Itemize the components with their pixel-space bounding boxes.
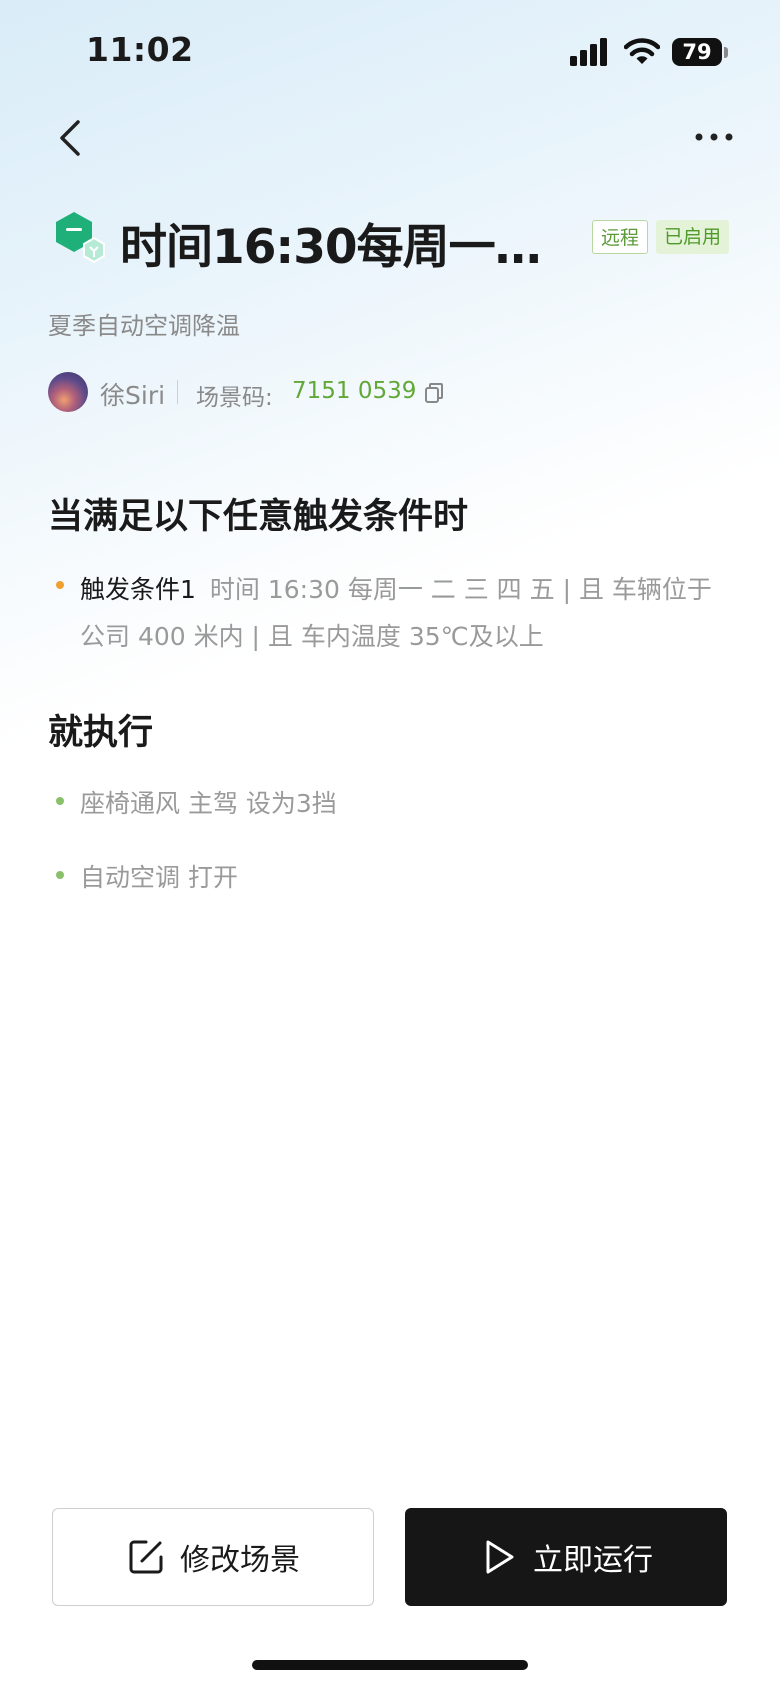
bullet-dot (56, 797, 64, 805)
trigger-condition: 触发条件1 时间 16:30 每周一 二 三 四 五 | 且 车辆位于 公司 40… (80, 566, 720, 660)
action-item: 座椅通风 主驾 设为3挡 (80, 789, 337, 818)
remote-badge: 远程 (592, 220, 649, 254)
battery-icon: 79 (672, 38, 722, 66)
signal-icon (570, 38, 607, 66)
home-indicator (252, 1660, 528, 1670)
bullet-dot (56, 871, 64, 879)
bullet-dot (56, 581, 64, 589)
scene-description: 夏季自动空调降温 (48, 312, 240, 340)
scene-code-value: 7151 0539 (292, 378, 417, 404)
wifi-icon (624, 38, 660, 64)
copy-icon[interactable] (424, 382, 444, 404)
edit-scene-label: 修改场景 (180, 1543, 300, 1578)
scene-code-label: 场景码: (196, 385, 273, 411)
play-icon (486, 1540, 514, 1574)
action-item: 自动空调 打开 (80, 863, 238, 892)
edit-icon (129, 1540, 163, 1574)
author-name: 徐Siri (100, 381, 166, 410)
divider (177, 380, 178, 404)
edit-scene-button[interactable]: 修改场景 (52, 1508, 374, 1606)
back-arrow-icon[interactable] (56, 118, 86, 158)
trigger-heading: 当满足以下任意触发条件时 (48, 497, 469, 537)
more-icon[interactable] (694, 132, 734, 142)
page-title: 时间16:30每周一二... (120, 220, 580, 275)
battery-cap (724, 47, 728, 58)
action-heading: 就执行 (48, 713, 154, 753)
status-time: 11:02 (86, 30, 194, 69)
run-now-button[interactable]: 立即运行 (405, 1508, 727, 1606)
trigger-name: 触发条件1 (80, 575, 196, 604)
scene-icon (56, 212, 105, 264)
run-now-label: 立即运行 (533, 1543, 653, 1578)
status-badge: 已启用 (656, 220, 730, 254)
avatar[interactable] (48, 372, 88, 412)
